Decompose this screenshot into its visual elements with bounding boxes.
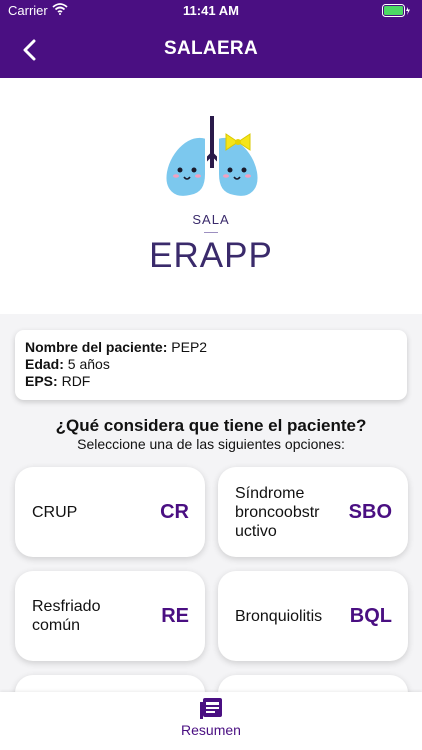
nav-bar: SALAERA [0, 22, 422, 78]
tab-resumen-label: Resumen [181, 722, 241, 738]
page-title: SALAERA [164, 38, 258, 59]
option-label-line: broncoobstr [235, 504, 320, 521]
status-bar: Carrier 11:41 AM [0, 0, 422, 22]
sala-caption: SALA [192, 212, 230, 227]
tab-resumen[interactable]: Resumen [170, 698, 252, 744]
option-label-line: CRUP [32, 504, 78, 521]
patient-age-value: 5 años [67, 356, 110, 372]
divider [204, 232, 218, 233]
battery-icon [382, 4, 412, 17]
hero-section: SALA ERAPP [0, 78, 422, 314]
patient-age-row: Edad: 5 años [25, 356, 397, 373]
instruction-text: Seleccione una de las siguientes opcione… [77, 436, 345, 452]
question-heading: ¿Qué considera que tiene el paciente? [55, 416, 367, 435]
patient-name-label: Nombre del paciente: [25, 339, 168, 355]
option-code: RE [161, 605, 189, 627]
option-label: CRUP [32, 503, 77, 522]
option-card-sbo[interactable]: Síndrome broncoobstr uctivo SBO [218, 467, 408, 557]
option-card-crup[interactable]: CRUP CR [15, 467, 205, 557]
option-card-resfriado[interactable]: Resfriado común RE [15, 571, 205, 661]
option-label-line: uctivo [235, 523, 277, 540]
option-label: Síndrome broncoobstr uctivo [235, 484, 320, 541]
option-label: Resfriado común [32, 597, 100, 635]
option-label-line: común [32, 617, 81, 634]
lungs-logo-icon [160, 114, 264, 204]
option-card-bronquiolitis[interactable]: Bronquiolitis BQL [218, 571, 408, 661]
room-name: ERAPP [149, 236, 273, 275]
clock: 11:41 AM [183, 3, 239, 18]
patient-card: Nombre del paciente: PEP2 Edad: 5 años E… [15, 330, 407, 400]
option-label-line: Resfriado [32, 598, 101, 615]
patient-eps-label: EPS: [25, 373, 58, 389]
patient-eps-value: RDF [61, 373, 91, 389]
patient-name-row: Nombre del paciente: PEP2 [25, 339, 397, 356]
patient-age-label: Edad: [25, 356, 64, 372]
option-label-line: Síndrome [235, 485, 305, 502]
tab-bar: Resumen [0, 692, 422, 750]
patient-name-value: PEP2 [171, 339, 208, 355]
option-code: CR [160, 501, 189, 523]
option-code: SBO [348, 501, 392, 523]
option-label-line: Bronquiolitis [235, 608, 323, 625]
patient-eps-row: EPS: RDF [25, 373, 397, 390]
option-code: BQL [349, 605, 392, 627]
option-label: Bronquiolitis [235, 607, 322, 626]
summary-icon [200, 698, 222, 719]
